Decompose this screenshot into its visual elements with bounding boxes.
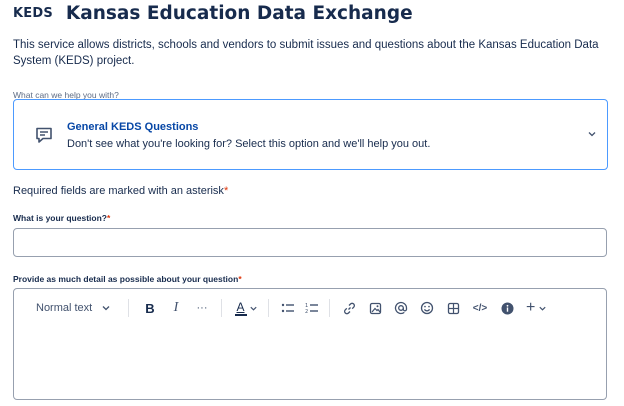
svg-text:2: 2 xyxy=(305,309,308,314)
table-button[interactable] xyxy=(444,302,462,315)
text-color-icon: A xyxy=(234,299,247,316)
numbered-list-icon: 12 xyxy=(305,302,319,314)
chevron-down-icon xyxy=(101,303,111,313)
bullet-list-button[interactable] xyxy=(279,302,297,314)
request-type-select[interactable]: General KEDS Questions Don't see what yo… xyxy=(13,99,608,170)
keds-logo: KEDS xyxy=(13,5,53,21)
plus-icon: + xyxy=(526,299,536,316)
link-icon xyxy=(343,302,356,315)
image-icon xyxy=(369,302,382,315)
toolbar-divider xyxy=(268,299,269,317)
more-formatting-button[interactable]: ··· xyxy=(193,302,211,314)
required-fields-note: Required fields are marked with an aster… xyxy=(13,185,228,197)
details-required-asterisk: * xyxy=(238,274,242,284)
code-icon: </> xyxy=(472,302,488,314)
italic-label: I xyxy=(173,300,179,315)
text-color-label: A xyxy=(236,299,245,314)
mention-button[interactable] xyxy=(392,301,410,315)
link-button[interactable] xyxy=(340,302,358,315)
question-label-text: What is your question? xyxy=(13,213,107,223)
details-label-text: Provide as much detail as possible about… xyxy=(13,274,239,284)
chevron-down-icon[interactable] xyxy=(587,129,597,139)
toolbar-divider xyxy=(221,299,222,317)
chat-message-icon xyxy=(34,125,54,145)
info-panel-button[interactable] xyxy=(498,302,516,315)
required-asterisk: * xyxy=(223,185,229,197)
image-button[interactable] xyxy=(366,302,384,315)
text-style-dropdown[interactable]: Normal text xyxy=(36,302,124,314)
insert-more-button[interactable]: + xyxy=(526,299,547,317)
details-rich-text-editor[interactable]: Normal text B I ··· A 1 2 </> + xyxy=(13,288,607,400)
editor-toolbar: Normal text B I ··· A 1 2 </> + xyxy=(14,289,606,327)
request-type-title: General KEDS Questions xyxy=(67,121,199,133)
more-icon: ··· xyxy=(196,302,208,314)
chevron-down-icon xyxy=(538,304,547,313)
text-color-swatch xyxy=(234,313,247,316)
bold-label: B xyxy=(145,300,155,316)
info-icon xyxy=(501,302,514,315)
emoji-icon xyxy=(420,301,434,315)
chevron-down-icon xyxy=(249,304,258,313)
emoji-button[interactable] xyxy=(418,301,436,315)
numbered-list-button[interactable]: 12 xyxy=(303,302,321,314)
table-icon xyxy=(447,302,460,315)
page-header: KEDS Kansas Education Data Exchange xyxy=(13,0,413,26)
italic-button[interactable]: I xyxy=(167,300,185,316)
request-type-description: Don't see what you're looking for? Selec… xyxy=(67,138,431,150)
page-title: Kansas Education Data Exchange xyxy=(65,2,413,24)
code-button[interactable]: </> xyxy=(470,303,490,314)
intro-text: This service allows districts, schools a… xyxy=(13,39,599,67)
text-style-label: Normal text xyxy=(36,302,93,314)
toolbar-divider xyxy=(128,299,129,317)
details-label: Provide as much detail as possible about… xyxy=(13,274,242,284)
question-input[interactable] xyxy=(13,228,607,257)
bullet-list-icon xyxy=(281,302,295,314)
text-color-button[interactable]: A xyxy=(232,301,260,316)
required-note-text: Required fields are marked with an aster… xyxy=(13,185,224,197)
question-label: What is your question?* xyxy=(13,213,110,223)
question-required-asterisk: * xyxy=(106,213,111,223)
at-mention-icon xyxy=(394,301,408,315)
toolbar-divider xyxy=(329,299,330,317)
bold-button[interactable]: B xyxy=(141,301,159,316)
